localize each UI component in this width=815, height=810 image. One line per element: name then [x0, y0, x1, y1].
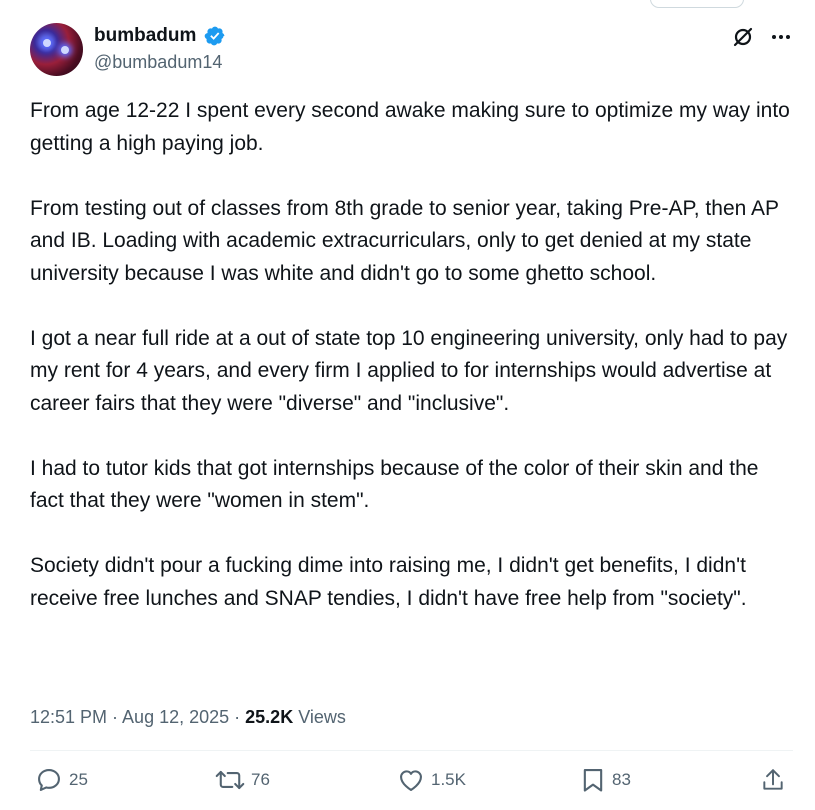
avatar[interactable] [30, 23, 83, 76]
bookmark-count: 83 [612, 770, 631, 789]
avatar-eye-right [61, 46, 69, 54]
divider [30, 750, 793, 751]
author-block: bumbadum @bumbadum14 [94, 24, 226, 74]
post-timestamp[interactable]: 12:51 PM · Aug 12, 2025 [30, 707, 229, 727]
repost-button[interactable]: 76 [215, 766, 270, 794]
avatar-eye-left [43, 39, 51, 47]
action-bar: 25 76 1.5K 83 [30, 766, 793, 802]
share-button[interactable] [760, 766, 786, 794]
heart-icon [400, 770, 422, 791]
more-options-icon[interactable] [769, 25, 793, 49]
bookmark-icon [583, 769, 603, 792]
header-actions [731, 25, 793, 49]
post-paragraph: From age 12-22 I spent every second awak… [30, 99, 796, 155]
grok-icon[interactable] [731, 25, 755, 49]
like-button[interactable]: 1.5K [397, 766, 466, 794]
post-paragraph: From testing out of classes from 8th gra… [30, 196, 785, 285]
bookmark-button[interactable]: 83 [580, 766, 631, 794]
reply-count: 25 [69, 770, 88, 789]
views-count: 25.2K [245, 707, 294, 727]
share-icon [763, 769, 783, 790]
views-label: Views [298, 707, 346, 727]
post-paragraph: Society didn't pour a fucking dime into … [30, 554, 752, 610]
post-paragraph: I got a near full ride at a out of state… [30, 326, 794, 415]
meta-separator: · [229, 707, 246, 727]
post-text: From age 12-22 I spent every second awak… [30, 95, 795, 615]
post-meta: 12:51 PM · Aug 12, 2025 · 25.2K Views [30, 703, 346, 731]
reply-button[interactable]: 25 [35, 766, 88, 794]
post-header: bumbadum @bumbadum14 [30, 23, 793, 77]
repost-icon [215, 770, 245, 790]
top-button-fragment[interactable] [650, 0, 744, 8]
verified-badge-icon[interactable] [204, 25, 226, 47]
reply-icon [38, 769, 60, 791]
post-paragraph: I had to tutor kids that got internships… [30, 456, 765, 513]
author-handle[interactable]: @bumbadum14 [94, 50, 226, 74]
like-count: 1.5K [431, 770, 466, 789]
author-display-name[interactable]: bumbadum [94, 24, 196, 48]
repost-count: 76 [251, 770, 270, 789]
